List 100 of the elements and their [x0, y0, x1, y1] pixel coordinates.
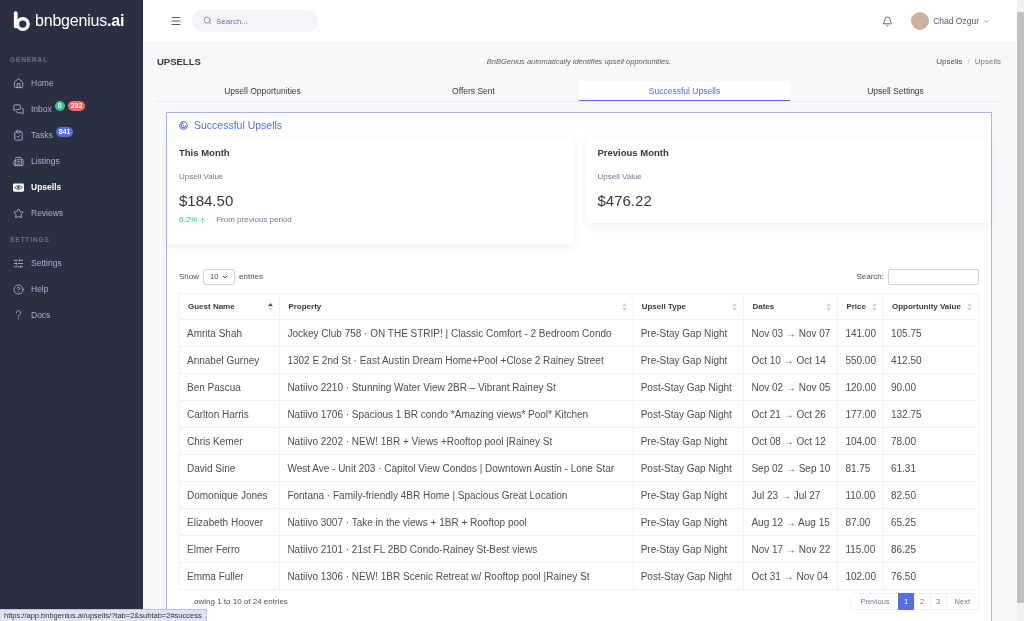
- menu-button[interactable]: [170, 15, 182, 27]
- star-icon: [13, 207, 24, 219]
- table-cell: David Sine: [179, 454, 280, 482]
- table-cell: Nov 17 → Nov 22: [743, 535, 838, 563]
- table-info: owing 1 to 10 of 24 entries: [194, 597, 288, 606]
- table-cell: 65.25: [883, 508, 979, 536]
- sliders-icon: [13, 257, 24, 269]
- table-cell: 76.50: [883, 562, 979, 590]
- sidebar-item[interactable]: Settings: [13, 257, 62, 269]
- stat-value: $184.50: [179, 193, 235, 209]
- table-cell: Natiivo 2101 · 21st FL 2BD Condo-Rainey St-Best views: [279, 535, 634, 563]
- table-cell: West Ave - Unit 203 · Capitol View Condos | Downtown Austin - Lone Star: [279, 454, 634, 482]
- table-cell: 177.00: [837, 400, 884, 428]
- stat-label: Upsell Value: [179, 172, 225, 182]
- change-percent: 6.2%: [179, 215, 198, 225]
- table-cell: Carlton Harris: [179, 400, 280, 428]
- table-cell: Post-Stay Gap Night: [633, 400, 744, 428]
- sidebar-item[interactable]: Tasks: [13, 129, 53, 141]
- table-cell: Domonique Jones: [179, 481, 280, 509]
- tab[interactable]: Successful Upsells: [579, 81, 790, 101]
- column-header[interactable]: Price: [837, 293, 884, 320]
- table-cell: Ben Pascua: [179, 373, 280, 401]
- stat-label: Upsell Value: [597, 172, 643, 182]
- sidebar-item[interactable]: Inbox: [13, 103, 52, 115]
- table-cell: 102.00: [837, 562, 884, 590]
- table-cell: Post-Stay Gap Night: [633, 373, 744, 401]
- table-cell: Oct 21 → Oct 26: [743, 400, 838, 428]
- column-header[interactable]: Guest Name: [179, 293, 280, 320]
- column-header[interactable]: Opportunity Value: [883, 293, 979, 320]
- tab[interactable]: Upsell Opportunities: [157, 81, 368, 101]
- sidebar-item[interactable]: Help: [13, 283, 49, 295]
- house-icon: [13, 77, 24, 89]
- caret-icon: [983, 17, 990, 25]
- sidebar-item[interactable]: Docs: [13, 310, 51, 320]
- table-cell: Jockey Club 758 · ON THE STRIP! | Classic Comfort - 2 Bedroom Condo: [279, 319, 634, 347]
- sidebar-item[interactable]: Home: [13, 77, 54, 89]
- table-cell: Natiivo 2210 · Stunning Water View 2BR – Vibrant Rainey St: [279, 373, 634, 401]
- table-cell: Pre-Stay Gap Night: [633, 427, 744, 455]
- logo-icon: [13, 10, 30, 32]
- table-cell: 132.75: [883, 400, 979, 428]
- table-cell: 550.00: [837, 346, 884, 374]
- table-search-field[interactable]: [888, 268, 979, 285]
- table-cell: Oct 31 → Nov 04: [743, 562, 838, 590]
- menu-icon: [170, 15, 182, 27]
- brand-name: bnbgenius.ai: [35, 12, 125, 30]
- table-cell: Pre-Stay Gap Night: [633, 481, 744, 509]
- table-cell: Natiivo 1706 · Spacious 1 BR condo *Amazing views* Pool* Kitchen: [279, 400, 634, 428]
- table-cell: 78.00: [883, 427, 979, 455]
- table-cell: Pre-Stay Gap Night: [633, 535, 744, 563]
- stat-value: $476.22: [597, 193, 653, 209]
- table-cell: 412.50: [883, 346, 979, 374]
- column-header[interactable]: Upsell Type: [633, 293, 744, 320]
- table-cell: Chris Kemer: [179, 427, 280, 455]
- notifications-button[interactable]: [882, 15, 894, 27]
- table-cell: Aug 12 → Aug 15: [743, 508, 838, 536]
- table-cell: Oct 08 → Oct 12: [743, 427, 838, 455]
- table-cell: 81.75: [837, 454, 884, 482]
- table-cell: Pre-Stay Gap Night: [633, 346, 744, 374]
- stat-period: This Month: [179, 148, 231, 158]
- table-cell: Jul 23 → Jul 27: [743, 481, 838, 509]
- breadcrumb-link[interactable]: Upsells: [936, 56, 963, 66]
- tab[interactable]: Offers Sent: [368, 81, 579, 101]
- tab[interactable]: Upsell Settings: [790, 81, 1001, 101]
- breadcrumb-separator: /: [967, 56, 970, 66]
- table-cell: 110.00: [837, 481, 884, 509]
- table-cell: Elmer Ferro: [179, 535, 280, 563]
- table-cell: Post-Stay Gap Night: [633, 454, 744, 482]
- sidebar-item[interactable]: Reviews: [13, 207, 64, 219]
- table-cell: Emma Fuller: [179, 562, 280, 590]
- table-cell: 1302 E 2nd St · East Austin Dream Home+Pool +Close 2 Rainey Street: [279, 346, 634, 374]
- table-cell: Natiivo 2202 · NEW! 1BR + Views +Rooftop pool |Rainey St: [279, 427, 634, 455]
- search-icon: [203, 16, 212, 25]
- target-icon: [179, 120, 188, 130]
- table-cell: Post-Stay Gap Night: [633, 562, 744, 590]
- sidebar-item[interactable]: Listings: [13, 155, 60, 167]
- clipboard-check-icon: [13, 129, 24, 141]
- column-header[interactable]: Dates: [743, 293, 838, 320]
- change-note: From previous period: [216, 215, 292, 225]
- table-cell: Natiivo 3007 · Take in the views + 1BR + Rooftop pool: [279, 508, 634, 536]
- table-cell: 86.25: [883, 535, 979, 563]
- search-label: Search:: [856, 272, 884, 281]
- table-cell: 105.75: [883, 319, 979, 347]
- table-cell: 82.50: [883, 481, 979, 509]
- chat-bubbles-icon: [13, 103, 24, 115]
- card-title: Successful Upsells: [194, 119, 283, 131]
- table-cell: Oct 10 → Oct 14: [743, 346, 838, 374]
- table-cell: Elizabeth Hoover: [179, 508, 280, 536]
- column-header[interactable]: Property: [279, 293, 634, 320]
- table-cell: 141.00: [837, 319, 884, 347]
- user-menu-button[interactable]: Chad Ozgur: [933, 16, 990, 26]
- table-cell: Fontana · Family-friendly 4BR Home | Spacious Great Location: [279, 481, 634, 509]
- search-field[interactable]: Search...: [192, 10, 318, 32]
- sidebar-item[interactable]: Upsells: [13, 182, 62, 192]
- table-cell: 104.00: [837, 427, 884, 455]
- building-icon: [13, 155, 24, 167]
- table-cell: Nov 02 → Nov 05: [743, 373, 838, 401]
- help-icon: [13, 283, 24, 295]
- breadcrumb-current: Upsells: [974, 56, 1001, 66]
- table-cell: 87.00: [837, 508, 884, 536]
- table-cell: 61.31: [883, 454, 979, 482]
